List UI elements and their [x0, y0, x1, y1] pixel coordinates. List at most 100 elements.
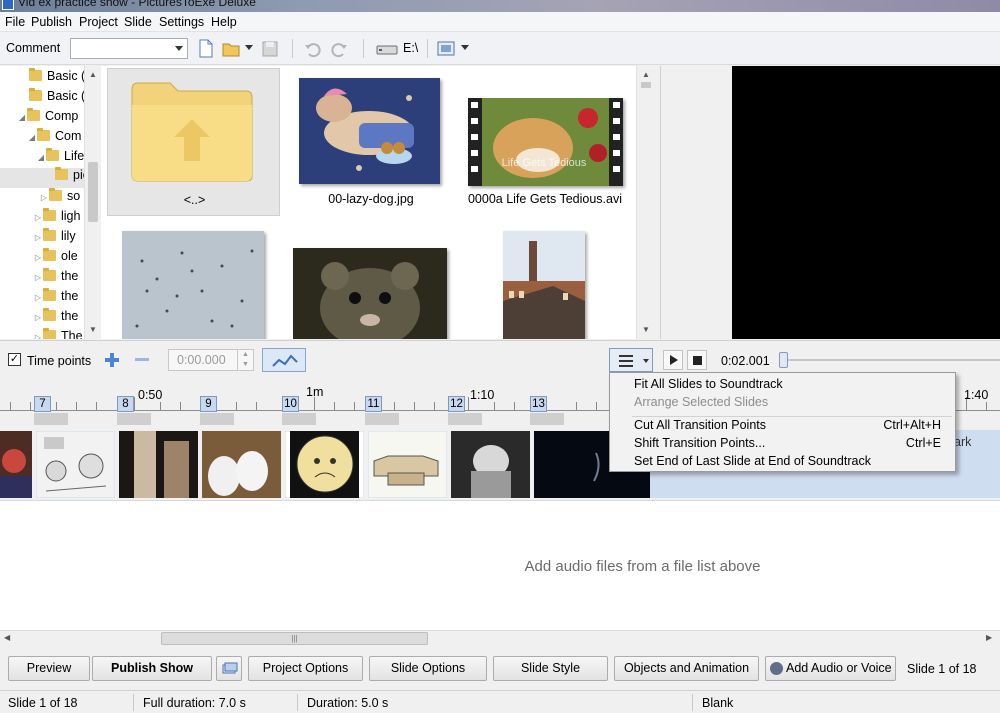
menu-help[interactable]: Help: [211, 15, 237, 29]
file-tile[interactable]: Life Gets Tedious 0000a Life Gets Tediou…: [465, 68, 625, 216]
slideshow-toggle-button[interactable]: [216, 656, 242, 681]
menu-slide[interactable]: Slide: [124, 15, 152, 29]
slide-thumbnail[interactable]: [36, 431, 115, 498]
scroll-right-icon[interactable]: ▶: [986, 633, 992, 642]
expand-arrow-icon[interactable]: ◢: [27, 133, 37, 142]
scroll-thumb[interactable]: [88, 162, 98, 222]
scroll-down-icon[interactable]: ▼: [89, 325, 97, 334]
tree-item[interactable]: ▷ so: [39, 188, 80, 209]
save-icon[interactable]: [261, 39, 279, 59]
open-dropdown-icon[interactable]: [245, 45, 253, 50]
menu-item-fit-all-slides[interactable]: Fit All Slides to Soundtrack: [634, 377, 934, 391]
redo-icon[interactable]: [331, 39, 349, 59]
transition-bar[interactable]: [282, 413, 316, 425]
tree-item[interactable]: ◢ Life: [36, 148, 84, 169]
menu-item-set-end-last-slide[interactable]: Set End of Last Slide at End of Soundtra…: [634, 454, 934, 468]
slide-marker[interactable]: 13: [530, 396, 547, 412]
tree-item[interactable]: ▷ the: [33, 268, 78, 289]
file-tile[interactable]: [491, 226, 601, 339]
transition-bar[interactable]: [530, 413, 564, 425]
publish-show-button[interactable]: Publish Show: [92, 656, 212, 681]
tree-item[interactable]: Basic (: [29, 88, 85, 109]
spin-arrows-icon[interactable]: ▲ ▼: [237, 350, 253, 370]
stop-button[interactable]: [687, 350, 707, 370]
expand-arrow-icon[interactable]: ◢: [17, 113, 27, 122]
scroll-down-icon[interactable]: ▼: [642, 325, 650, 334]
slide-marker[interactable]: 12: [448, 396, 465, 412]
scroll-thumb[interactable]: [641, 82, 651, 88]
position-slider-track[interactable]: [786, 359, 1000, 361]
chevron-down-icon[interactable]: [175, 46, 183, 51]
file-tile[interactable]: [291, 236, 451, 339]
tree-item[interactable]: ▷ The: [33, 328, 83, 339]
add-point-icon[interactable]: [104, 352, 120, 368]
file-tile-parent-folder[interactable]: <..>: [107, 68, 280, 216]
curve-mode-button[interactable]: [262, 348, 306, 372]
add-audio-button[interactable]: Add Audio or Voice: [765, 656, 896, 681]
expand-arrow-icon[interactable]: ▷: [33, 253, 43, 262]
open-folder-icon[interactable]: [222, 39, 242, 59]
slide-options-button[interactable]: Slide Options: [369, 656, 487, 681]
time-points-checkbox[interactable]: ✓: [8, 353, 21, 366]
tree-scrollbar[interactable]: ▲ ▼: [84, 66, 100, 339]
menu-file[interactable]: File: [5, 15, 25, 29]
menu-settings[interactable]: Settings: [159, 15, 204, 29]
slide-marker[interactable]: 10: [282, 396, 299, 412]
scroll-thumb[interactable]: |||: [161, 632, 428, 645]
scroll-left-icon[interactable]: ◀: [4, 633, 10, 642]
slide-marker[interactable]: 7: [34, 396, 51, 412]
expand-arrow-icon[interactable]: ▷: [39, 193, 49, 202]
expand-arrow-icon[interactable]: ▷: [33, 233, 43, 242]
objects-animation-button[interactable]: Objects and Animation: [614, 656, 759, 681]
view-dropdown-icon[interactable]: [461, 45, 469, 50]
slide-thumbnail[interactable]: [0, 431, 32, 498]
file-list-scrollbar[interactable]: ▲ ▼: [636, 66, 654, 339]
project-options-button[interactable]: Project Options: [248, 656, 363, 681]
preview-button[interactable]: Preview: [8, 656, 90, 681]
slide-marker[interactable]: 9: [200, 396, 217, 412]
tree-item[interactable]: ▷ the: [33, 288, 78, 309]
tree-item[interactable]: ▷ ligh: [33, 208, 80, 229]
expand-arrow-icon[interactable]: ◢: [36, 153, 46, 162]
menu-project[interactable]: Project: [79, 15, 118, 29]
tree-item[interactable]: ▷ lily: [33, 228, 76, 249]
tree-item[interactable]: ▷ ole: [33, 248, 78, 269]
timeline-scrollbar[interactable]: ◀ ||| ▶: [0, 630, 1000, 646]
position-slider-handle[interactable]: [779, 352, 788, 368]
transition-bar[interactable]: [200, 413, 234, 425]
file-tile[interactable]: [115, 226, 265, 339]
audio-track-area[interactable]: Add audio files from a file list above: [0, 500, 1000, 630]
expand-arrow-icon[interactable]: ▷: [33, 273, 43, 282]
slide-thumbnail[interactable]: [202, 431, 281, 498]
file-tile[interactable]: 00-lazy-dog.jpg: [291, 68, 451, 216]
drive-icon[interactable]: [376, 39, 400, 59]
tree-item[interactable]: ▷ the: [33, 308, 78, 329]
comment-combo[interactable]: [70, 38, 188, 59]
transition-bar[interactable]: [448, 413, 482, 425]
expand-arrow-icon[interactable]: ▷: [33, 313, 43, 322]
transition-bar[interactable]: [117, 413, 151, 425]
expand-arrow-icon[interactable]: ▷: [33, 293, 43, 302]
undo-icon[interactable]: [303, 39, 321, 59]
slide-thumbnail[interactable]: [368, 431, 447, 498]
transition-bar[interactable]: [365, 413, 399, 425]
menu-item-shift-transition-points[interactable]: Shift Transition Points...: [634, 436, 834, 450]
menu-item-arrange-selected[interactable]: Arrange Selected Slides: [634, 395, 934, 409]
tree-item[interactable]: Basic (: [29, 68, 85, 89]
expand-arrow-icon[interactable]: ▷: [33, 213, 43, 222]
slide-style-button[interactable]: Slide Style: [493, 656, 608, 681]
tree-item[interactable]: ◢ Comp: [17, 108, 78, 129]
slide-thumbnail[interactable]: [119, 431, 198, 498]
drive-label[interactable]: E:\: [403, 41, 418, 61]
play-button[interactable]: [663, 350, 683, 370]
new-file-icon[interactable]: [198, 39, 214, 59]
menu-publish[interactable]: Publish: [31, 15, 72, 29]
view-mode-icon[interactable]: [437, 39, 455, 59]
scroll-up-icon[interactable]: ▲: [89, 70, 97, 79]
slide-marker[interactable]: 11: [365, 396, 382, 412]
expand-arrow-icon[interactable]: ▷: [33, 333, 43, 339]
menu-item-cut-transition-points[interactable]: Cut All Transition Points: [634, 418, 834, 432]
preview-screen[interactable]: [732, 66, 1000, 339]
slide-marker[interactable]: 8: [117, 396, 134, 412]
slide-thumbnail[interactable]: [451, 431, 530, 498]
